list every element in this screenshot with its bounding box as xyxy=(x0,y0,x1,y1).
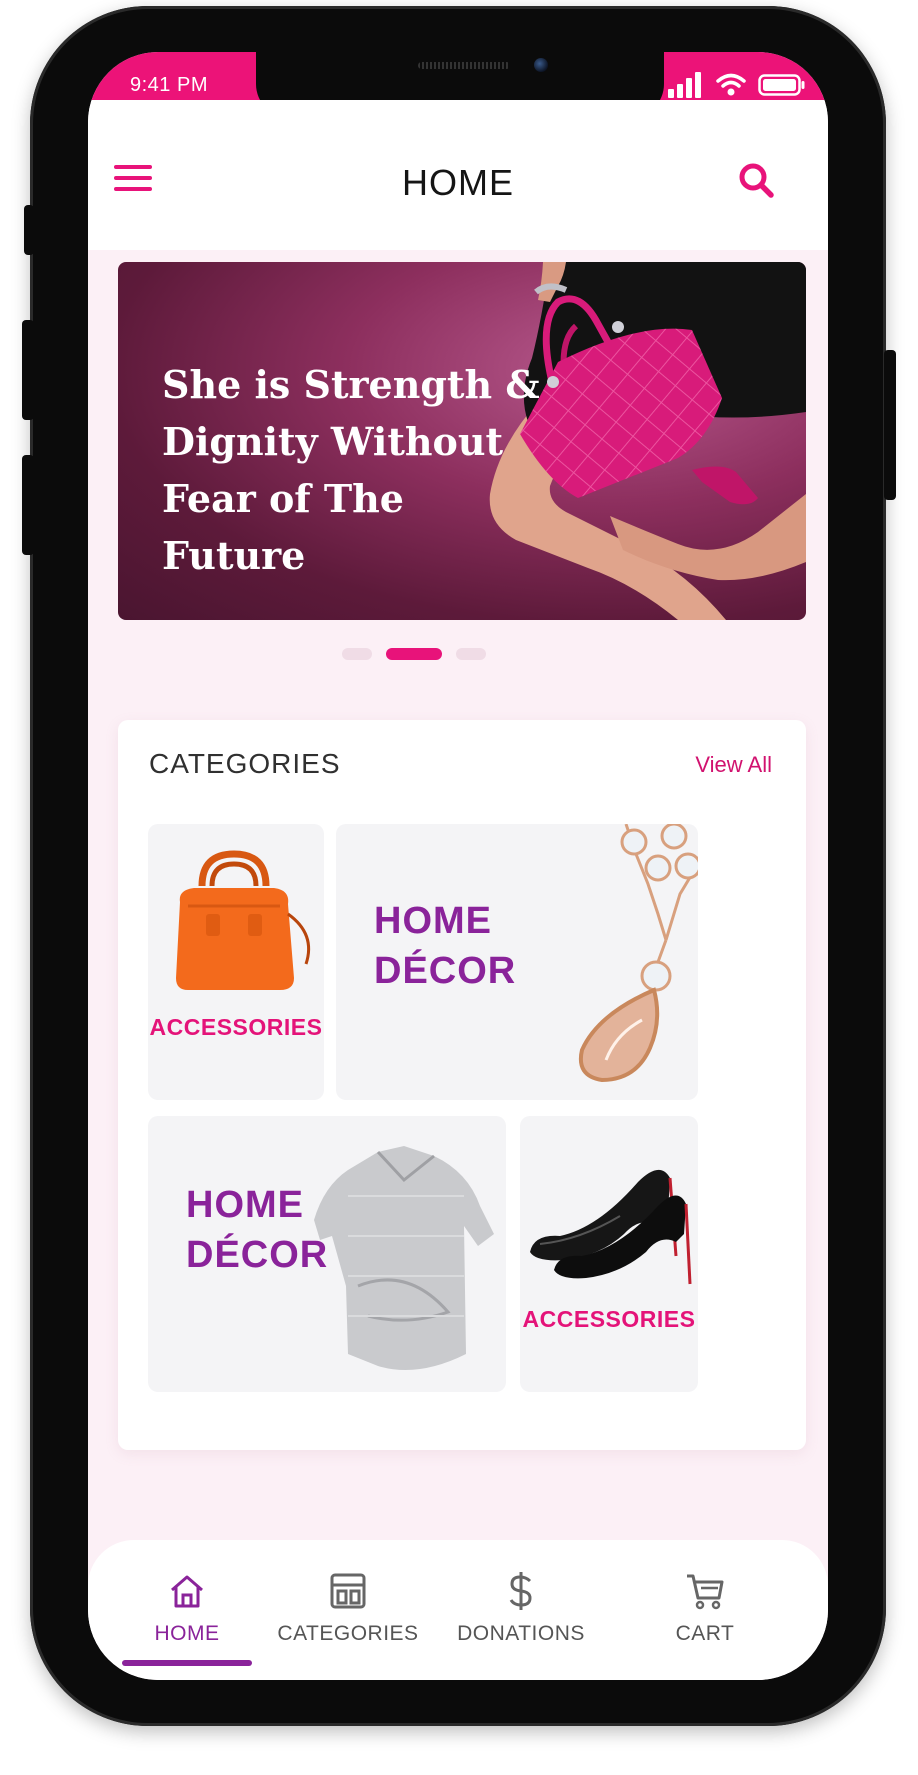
nav-label: CART xyxy=(675,1622,735,1645)
battery-icon xyxy=(758,74,805,96)
dollar-icon xyxy=(509,1572,532,1610)
status-time: 9:41 PM xyxy=(130,74,208,96)
carousel-dot-active[interactable] xyxy=(386,648,442,660)
nav-active-indicator xyxy=(122,1660,252,1666)
orange-handbag-image xyxy=(176,850,311,990)
home-icon xyxy=(171,1575,203,1608)
category-tile-accessories-heels[interactable]: ACCESSORIES xyxy=(520,1116,698,1392)
category-tile-home-decor-necklace[interactable]: HOME DÉCOR xyxy=(336,824,698,1100)
signal-icon xyxy=(668,72,701,98)
nav-item-categories[interactable]: CATEGORIES xyxy=(268,1540,428,1680)
banner-headline: She is Strength & Dignity Without Fear o… xyxy=(162,362,540,578)
nav-label: DONATIONS xyxy=(457,1622,585,1645)
nav-label: CATEGORIES xyxy=(277,1622,419,1645)
view-all-link[interactable]: View All xyxy=(695,752,772,778)
status-icons xyxy=(668,72,806,98)
screen: 9:41 PM HOME She is Strength & Dignity W… xyxy=(88,52,828,1680)
power-button xyxy=(884,350,896,500)
categories-icon xyxy=(330,1573,366,1609)
bottom-navigation: HOME CATEGORIES DONATIONS CART xyxy=(88,1540,828,1680)
black-heels-image xyxy=(530,1169,692,1285)
page-title: HOME xyxy=(402,162,514,203)
tile-label: ACCESSORIES xyxy=(522,1306,696,1332)
tile-label: ACCESSORIES xyxy=(149,1014,323,1040)
tile-label: HOME DÉCOR xyxy=(186,1184,329,1276)
category-tile-accessories-bag[interactable]: ACCESSORIES xyxy=(148,824,324,1100)
tile-label: HOME DÉCOR xyxy=(374,900,517,992)
categories-card: CATEGORIES View All ACCESSORIES HOME DÉC… xyxy=(118,720,806,1450)
nav-item-cart[interactable]: CART xyxy=(628,1540,782,1680)
nav-item-home[interactable]: HOME xyxy=(120,1540,254,1680)
volume-up-button xyxy=(22,320,34,420)
wifi-icon xyxy=(716,73,746,96)
carousel-dot[interactable] xyxy=(456,648,486,660)
speaker-grille xyxy=(418,62,510,69)
categories-title: CATEGORIES xyxy=(149,748,341,779)
category-tile-home-decor-shirt[interactable]: HOME DÉCOR xyxy=(148,1116,506,1392)
cart-icon xyxy=(687,1574,724,1610)
volume-down-button xyxy=(22,455,34,555)
carousel-dot[interactable] xyxy=(342,648,372,660)
nav-item-donations[interactable]: DONATIONS xyxy=(436,1540,606,1680)
search-icon[interactable] xyxy=(736,160,776,200)
carousel-indicator xyxy=(88,648,828,662)
promo-banner[interactable]: She is Strength & Dignity Without Fear o… xyxy=(118,262,806,620)
mute-switch xyxy=(24,205,34,255)
nav-label: HOME xyxy=(154,1622,220,1645)
front-camera xyxy=(534,58,548,72)
